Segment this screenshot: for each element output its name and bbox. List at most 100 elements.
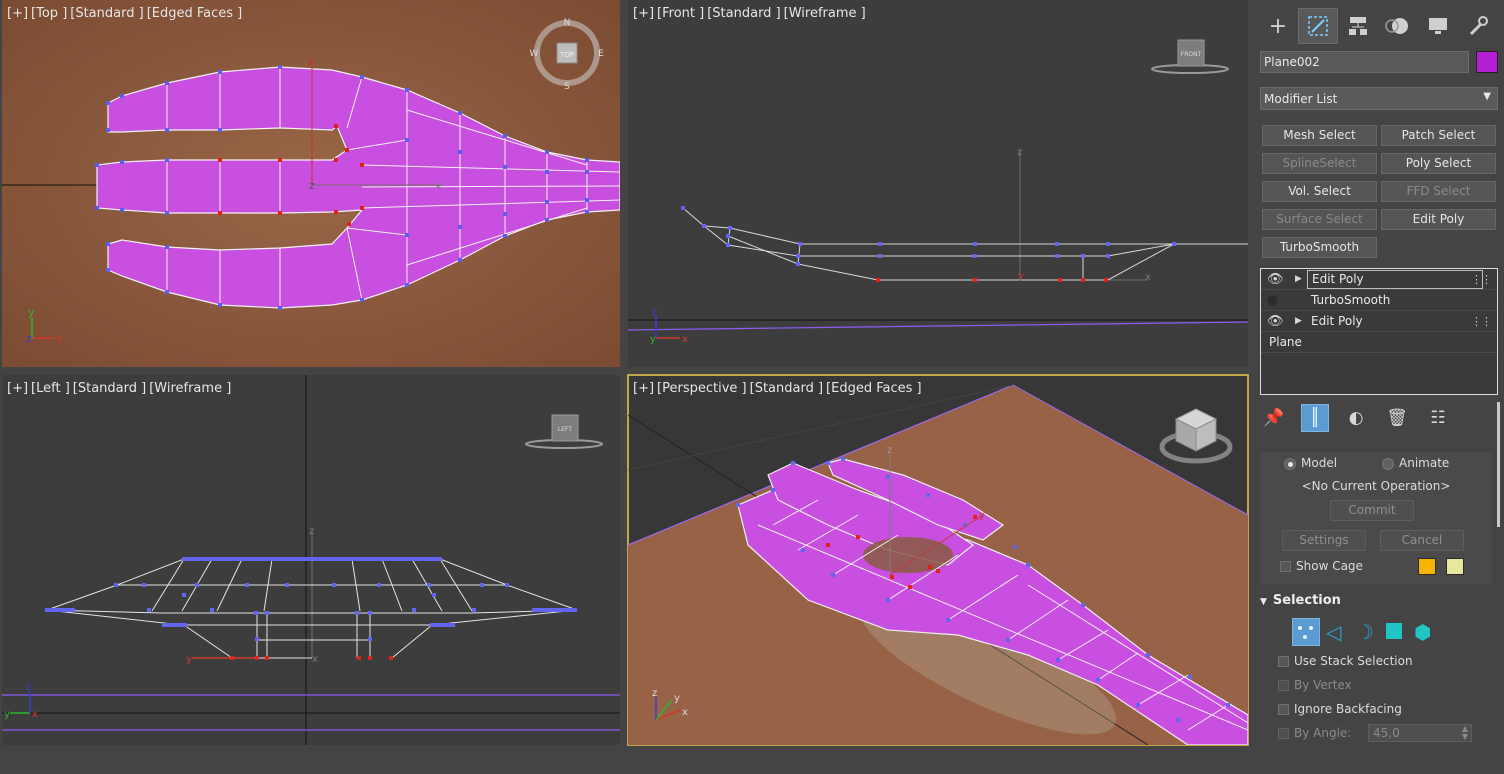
animate-radio[interactable]: Animate <box>1382 456 1449 470</box>
stack-item-edit-poly-top[interactable]: 👁 ▶ Edit Poly ⋮⋮ <box>1261 269 1497 290</box>
svg-text:x: x <box>32 709 38 720</box>
drag-handle-icon[interactable]: ⋮⋮ <box>1471 311 1492 332</box>
viewport-point-of-view[interactable]: [Perspective ] <box>657 381 747 396</box>
ffd-select-button[interactable]: FFD Select <box>1381 181 1496 202</box>
drag-handle-icon[interactable]: ⋮⋮ <box>1471 269 1492 290</box>
checkbox-icon <box>1278 656 1289 667</box>
viewport-point-of-view[interactable]: [Front ] <box>657 6 704 21</box>
stack-item-label: TurboSmooth <box>1311 293 1391 307</box>
stack-item-plane[interactable]: Plane <box>1261 332 1497 353</box>
viewport-menu[interactable]: [+] <box>7 6 28 21</box>
svg-text:x: x <box>682 334 688 345</box>
edit-poly-button[interactable]: Edit Poly <box>1381 209 1496 230</box>
settings-button[interactable]: Settings <box>1282 530 1366 551</box>
viewcube-left[interactable]: LEFT <box>524 411 604 451</box>
viewport-point-of-view[interactable]: [Left ] <box>31 381 70 396</box>
max-app: y x z x y z [+] [Top] [Standard] [Edge… <box>0 0 1504 774</box>
by-angle-checkbox[interactable]: By Angle: <box>1278 726 1351 740</box>
perspective-viewport-canvas: z y z y x <box>628 384 1248 745</box>
viewport-shading[interactable]: [Standard ] <box>707 6 780 21</box>
viewport-menu[interactable]: [+] <box>7 381 28 396</box>
selection-rollout-header[interactable]: ▼ Selection <box>1260 593 1492 611</box>
stack-item-label: Edit Poly <box>1311 314 1363 328</box>
viewport-shading[interactable]: [Standard ] <box>750 381 823 396</box>
cancel-button[interactable]: Cancel <box>1380 530 1464 551</box>
pin-stack-icon[interactable]: 📌 <box>1260 404 1288 432</box>
eye-icon[interactable]: 👁 <box>1267 269 1285 290</box>
cage-color-swatch-1[interactable] <box>1418 558 1436 575</box>
viewport-left[interactable]: z x y z y x [+] [Left] [Standard] [Wir… <box>2 375 620 745</box>
viewcube-compass[interactable]: TOP N S E W <box>530 16 604 90</box>
model-radio[interactable]: Model <box>1284 456 1337 470</box>
make-unique-icon[interactable]: ◐ <box>1342 404 1370 432</box>
viewport-display-mode[interactable]: [Edged Faces ] <box>826 381 922 396</box>
modifier-list-dropdown[interactable]: Modifier List ▼ <box>1260 87 1498 110</box>
tab-utilities[interactable] <box>1458 8 1498 44</box>
cage-color-swatch-2[interactable] <box>1446 558 1464 575</box>
show-cage-checkbox[interactable]: Show Cage <box>1280 559 1363 573</box>
edge-mode-icon[interactable]: ◁ <box>1326 620 1341 644</box>
panel-scrollbar[interactable] <box>1497 402 1500 527</box>
viewcube-front[interactable]: FRONT <box>1150 36 1230 76</box>
vertex-mode-icon[interactable] <box>1292 618 1320 646</box>
viewport-perspective[interactable]: z y z y x [+] [Perspective ] [Standard ] [E… <box>627 374 1249 746</box>
viewport-point-of-view[interactable]: [Top ] <box>31 6 67 21</box>
viewport-menu[interactable]: [+] <box>633 6 654 21</box>
by-vertex-checkbox[interactable]: By Vertex <box>1278 678 1352 692</box>
object-color-swatch[interactable] <box>1476 51 1498 73</box>
mesh-select-button[interactable]: Mesh Select <box>1262 125 1377 146</box>
tab-display[interactable] <box>1418 8 1458 44</box>
viewport-top-label[interactable]: [+] [Top ] [Standard ] [Edged Faces ] <box>7 6 245 21</box>
compass-w-label: W <box>530 49 539 59</box>
viewport-top[interactable]: y x z x y z [+] [Top] [Standard] [Edge… <box>2 0 620 367</box>
expand-triangle-icon[interactable]: ▶ <box>1295 311 1302 332</box>
trash-icon[interactable]: 🗑 <box>1383 404 1411 432</box>
spline-select-button[interactable]: SplineSelect <box>1262 153 1377 174</box>
border-mode-icon[interactable]: ☽ <box>1356 620 1374 644</box>
stack-item-turbosmooth[interactable]: ● TurboSmooth <box>1261 290 1497 311</box>
spinner-arrows-icon[interactable]: ▲ ▼ <box>1462 725 1468 741</box>
eye-icon[interactable]: 👁 <box>1267 311 1285 332</box>
eye-off-icon[interactable]: ● <box>1267 290 1285 311</box>
tab-create[interactable]: + <box>1258 8 1298 44</box>
svg-text:y: y <box>650 334 656 345</box>
tab-motion[interactable] <box>1378 8 1418 44</box>
viewport-shading[interactable]: [Standard ] <box>70 6 143 21</box>
stack-item-edit-poly[interactable]: 👁 ▶ Edit Poly ⋮⋮ <box>1261 311 1497 332</box>
configure-sets-icon[interactable]: ☷ <box>1424 404 1452 432</box>
object-name-field[interactable]: Plane002 <box>1260 51 1469 73</box>
ignore-backfacing-label: Ignore Backfacing <box>1294 702 1402 716</box>
viewport-front-label[interactable]: [+] [Front ] [Standard ] [Wireframe ] <box>633 6 869 21</box>
checkbox-icon <box>1278 728 1289 739</box>
checkbox-icon <box>1280 561 1291 572</box>
viewcube-perspective[interactable] <box>1158 405 1233 467</box>
use-stack-selection-label: Use Stack Selection <box>1294 654 1413 668</box>
tab-modify[interactable] <box>1298 8 1338 44</box>
commit-button[interactable]: Commit <box>1330 500 1414 521</box>
tab-hierarchy[interactable] <box>1338 8 1378 44</box>
viewport-front[interactable]: z x y x z y [+] [Front] [Standard] [Wi… <box>628 0 1248 367</box>
expand-triangle-icon[interactable]: ▶ <box>1295 269 1302 290</box>
viewport-display-mode[interactable]: [Wireframe ] <box>784 6 866 21</box>
plus-icon: + <box>1268 13 1288 39</box>
viewport-left-label[interactable]: [+] [Left ] [Standard ] [Wireframe ] <box>7 381 234 396</box>
modifier-stack[interactable]: 👁 ▶ Edit Poly ⋮⋮ ● TurboSmooth 👁 ▶ Edit … <box>1260 268 1498 395</box>
viewport-shading[interactable]: [Standard ] <box>73 381 146 396</box>
by-angle-spinner[interactable]: 45,0 ▲ ▼ <box>1368 724 1472 742</box>
vol-select-button[interactable]: Vol. Select <box>1262 181 1377 202</box>
show-end-result-icon[interactable]: ║ <box>1301 404 1329 432</box>
collapse-triangle-icon: ▼ <box>1260 597 1267 607</box>
poly-select-button[interactable]: Poly Select <box>1381 153 1496 174</box>
patch-select-button[interactable]: Patch Select <box>1381 125 1496 146</box>
viewport-menu[interactable]: [+] <box>633 381 654 396</box>
viewport-perspective-label[interactable]: [+] [Perspective ] [Standard ] [Edged Faces… <box>633 381 925 396</box>
ignore-backfacing-checkbox[interactable]: Ignore Backfacing <box>1278 702 1402 716</box>
viewport-display-mode[interactable]: [Edged Faces ] <box>147 6 243 21</box>
surface-select-button[interactable]: Surface Select <box>1262 209 1377 230</box>
element-mode-icon[interactable]: ⬢ <box>1414 620 1431 644</box>
polygon-mode-icon[interactable] <box>1386 623 1402 639</box>
turbosmooth-button[interactable]: TurboSmooth <box>1262 237 1377 258</box>
viewport-display-mode[interactable]: [Wireframe ] <box>149 381 231 396</box>
svg-text:z: z <box>26 332 32 345</box>
use-stack-selection-checkbox[interactable]: Use Stack Selection <box>1278 654 1413 668</box>
